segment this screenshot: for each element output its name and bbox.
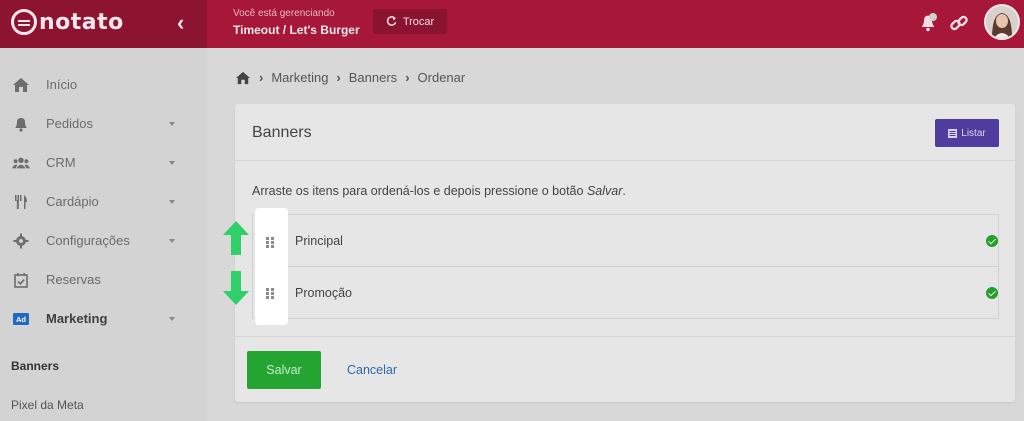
sidebar-item-label: CRM — [46, 155, 76, 170]
ad-badge-text: Ad — [16, 315, 26, 324]
chevron-down-icon — [169, 199, 175, 204]
logo-text: notato — [39, 9, 124, 35]
bell-icon — [12, 115, 30, 133]
breadcrumb-item-banners[interactable]: Banners — [349, 70, 397, 85]
arrow-down-icon — [223, 271, 249, 305]
users-icon — [12, 154, 30, 172]
row-label: Principal — [295, 234, 343, 248]
sidebar-item-pedidos[interactable]: Pedidos — [0, 104, 207, 143]
card-title: Banners — [252, 124, 312, 141]
managing-name: Timeout / Let's Burger — [233, 23, 360, 37]
chevron-down-icon — [169, 121, 175, 126]
sidebar-item-cardapio[interactable]: Cardápio — [0, 182, 207, 221]
breadcrumb-item-ordenar: Ordenar — [417, 70, 466, 85]
chevron-right-icon: › — [259, 70, 264, 85]
sidebar-item-label: Reservas — [46, 272, 101, 287]
sortable-row-promocao[interactable]: Promoção — [252, 266, 999, 319]
chevron-down-icon — [169, 316, 175, 321]
sidebar-item-label: Início — [46, 77, 78, 92]
banners-order-card: Banners Listar Arraste os itens para ord… — [235, 104, 1015, 402]
list-button-label: Listar — [961, 127, 986, 139]
sidebar-item-crm[interactable]: CRM — [0, 143, 207, 182]
chevron-down-icon — [169, 238, 175, 243]
instructions-emphasis: Salvar — [586, 184, 623, 198]
gear-icon — [12, 232, 30, 250]
managing-label: Você está gerenciando — [233, 8, 335, 19]
drag-handle-icon[interactable] — [266, 237, 276, 249]
card-header: Banners Listar — [235, 104, 1015, 161]
avatar-image — [986, 6, 1018, 38]
breadcrumb-item-marketing[interactable]: Marketing — [271, 70, 328, 85]
sidebar-item-configuracoes[interactable]: Configurações — [0, 221, 207, 260]
ad-icon: Ad — [12, 310, 30, 328]
chevron-down-icon — [169, 160, 175, 165]
instructions-text: Arraste os itens para ordená-los e depoi… — [252, 184, 584, 198]
top-bar: notato ‹ Você está gerenciando Timeout /… — [0, 0, 1024, 48]
sidebar-item-reservas[interactable]: Reservas — [0, 260, 207, 299]
refresh-icon — [386, 16, 397, 26]
switch-button[interactable]: Trocar — [373, 9, 447, 34]
list-icon — [948, 128, 958, 138]
sidebar-item-inicio[interactable]: Início — [0, 65, 207, 104]
card-footer: Salvar Cancelar — [235, 336, 1015, 402]
managing-info: Você está gerenciando Timeout / Let's Bu… — [233, 8, 360, 37]
sidebar-item-label: Cardápio — [46, 194, 99, 209]
sidebar-item-label: Configurações — [46, 233, 130, 248]
sortable-row-principal[interactable]: Principal — [252, 214, 999, 267]
utensils-icon — [12, 193, 30, 211]
cancel-link[interactable]: Cancelar — [347, 363, 397, 377]
arrow-up-icon — [223, 221, 249, 255]
save-button[interactable]: Salvar — [247, 351, 321, 389]
user-avatar[interactable] — [984, 4, 1020, 40]
sidebar-item-label: Pedidos — [46, 116, 93, 131]
check-circle-icon — [986, 235, 998, 247]
list-button[interactable]: Listar — [935, 119, 999, 147]
check-circle-icon — [986, 287, 998, 299]
calendar-check-icon — [12, 271, 30, 289]
drag-handle-icon[interactable] — [266, 288, 276, 300]
sidebar-subitem-banners[interactable]: Banners — [11, 359, 59, 373]
instructions: Arraste os itens para ordená-los e depoi… — [252, 184, 626, 198]
sidebar-item-marketing[interactable]: Ad Marketing — [0, 299, 207, 338]
home-icon — [12, 76, 30, 94]
home-icon[interactable] — [235, 71, 251, 85]
chevron-right-icon: › — [336, 70, 341, 85]
notification-bell-icon[interactable] — [918, 12, 940, 34]
logo-icon — [11, 9, 37, 35]
drag-handles-highlight — [255, 208, 288, 325]
link-icon[interactable] — [949, 13, 969, 33]
breadcrumb: › Marketing › Banners › Ordenar — [235, 70, 465, 85]
sidebar-item-label: Marketing — [46, 311, 108, 326]
row-label: Promoção — [295, 286, 352, 300]
logo[interactable]: notato — [11, 9, 124, 35]
instructions-suffix: . — [622, 184, 626, 198]
switch-button-label: Trocar — [402, 15, 435, 28]
sidebar: Início Pedidos CRM Cardápio Configuraçõe… — [0, 48, 207, 421]
sidebar-subitem-pixel-meta[interactable]: Pixel da Meta — [11, 398, 84, 412]
collapse-sidebar-button[interactable]: ‹ — [177, 10, 184, 36]
brand-area: notato ‹ — [0, 0, 207, 48]
chevron-right-icon: › — [405, 70, 410, 85]
